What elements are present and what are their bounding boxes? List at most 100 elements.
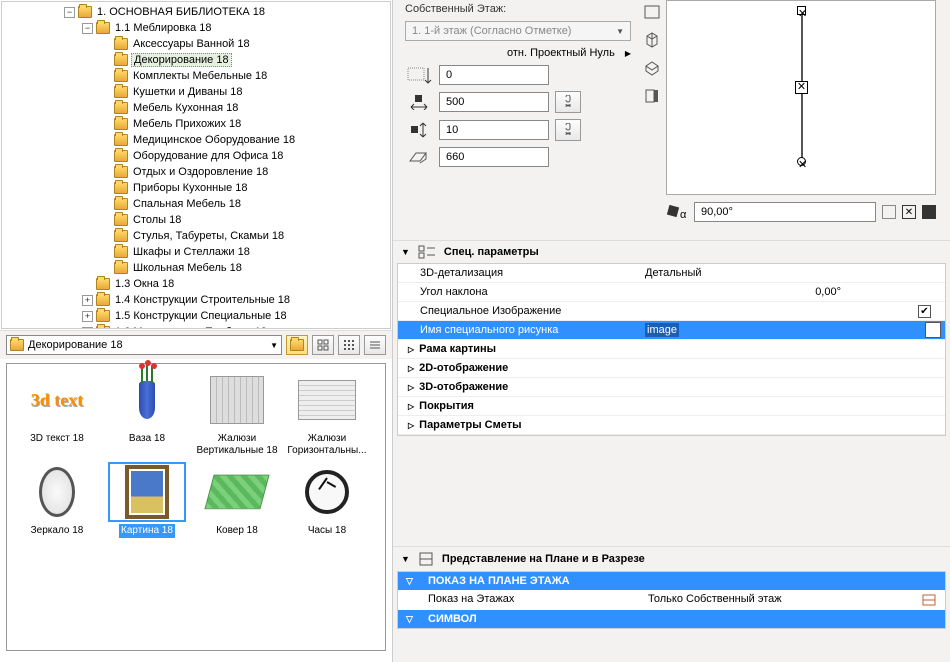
library-thumb[interactable]: Картина 18 — [103, 462, 191, 538]
collapse-arrow-icon[interactable]: ▼ — [401, 554, 410, 564]
tree-item[interactable]: Школьная Мебель 18 — [4, 260, 390, 276]
collapse-icon[interactable]: − — [82, 23, 93, 34]
view-3d-icon[interactable] — [641, 30, 663, 50]
svg-text:α: α — [680, 209, 687, 221]
thumb-label: Жалюзи Вертикальные 18 — [193, 432, 281, 458]
tree-item[interactable]: Аксессуары Ванной 18 — [4, 36, 390, 52]
collapse-arrow-icon[interactable]: ▼ — [401, 247, 410, 257]
tree-item[interactable]: +1.6 Механизмы и Приборы 18 — [4, 324, 390, 329]
spec-row[interactable]: Угол наклона0,00° — [398, 283, 945, 302]
own-story-label: Собственный Этаж: — [405, 3, 506, 15]
browse-button[interactable]: ▶ — [925, 322, 941, 338]
up-folder-button[interactable] — [286, 335, 308, 355]
library-thumb[interactable]: Зеркало 18 — [13, 462, 101, 538]
spec-row[interactable]: 3D-детализацияДетальный — [398, 264, 945, 283]
thumb-preview — [198, 462, 276, 522]
folder-icon — [114, 38, 128, 50]
preview-object: ✕ ✕ ✕ — [801, 11, 803, 161]
folder-combo[interactable]: Декорирование 18 ▼ — [6, 335, 282, 355]
tree-item[interactable]: Кушетки и Диваны 18 — [4, 84, 390, 100]
view-list-button[interactable] — [364, 335, 386, 355]
angle-input[interactable]: 90,00° — [694, 202, 876, 222]
thumb-label: Жалюзи Горизонтальны... — [283, 432, 371, 458]
collapse-icon[interactable]: ▽ — [406, 576, 413, 587]
tree-item[interactable]: Медицинское Оборудование 18 — [4, 132, 390, 148]
expand-icon[interactable]: ▷ — [408, 421, 414, 430]
spec-row[interactable]: Специальное Изображение✔ — [398, 302, 945, 321]
object-preview[interactable]: ✕ ✕ ✕ — [666, 0, 936, 195]
expand-icon[interactable]: + — [82, 311, 93, 322]
library-thumb[interactable]: Часы 18 — [283, 462, 371, 538]
floorplan-group-header[interactable]: ▽ПОКАЗ НА ПЛАНЕ ЭТАЖА — [398, 572, 945, 590]
tree-root[interactable]: −1. ОСНОВНАЯ БИБЛИОТЕКА 18 — [4, 4, 390, 20]
mirror-z-button[interactable] — [922, 205, 936, 219]
mirror-y-button[interactable]: ✕ — [902, 205, 916, 219]
floorplan-section-title: Представление на Плане и в Разрезе — [442, 553, 645, 565]
tree-item[interactable]: Стулья, Табуреты, Скамьи 18 — [4, 228, 390, 244]
folder-combo-label: Декорирование 18 — [28, 339, 123, 351]
expand-icon[interactable]: ▷ — [408, 402, 414, 411]
elevation-input[interactable]: 0 — [439, 65, 549, 85]
view-iso-icon[interactable] — [641, 58, 663, 78]
dim-a-input[interactable]: 500 — [439, 92, 549, 112]
browser-toolbar: Декорирование 18 ▼ — [0, 330, 392, 359]
spec-row-selected[interactable]: Имя специального рисункаimage▶ — [398, 321, 945, 340]
library-navigator: −1. ОСНОВНАЯ БИБЛИОТЕКА 18 −1.1 Меблиров… — [0, 0, 393, 662]
expand-icon[interactable]: + — [82, 327, 93, 330]
library-thumb[interactable]: Ваза 18 — [103, 370, 191, 458]
library-thumb[interactable]: 3d text3D текст 18 — [13, 370, 101, 458]
tree-item[interactable]: +1.4 Конструкции Строительные 18 — [4, 292, 390, 308]
floorplan-section-header[interactable]: ▼ Представление на Плане и в Разрезе — [393, 546, 950, 571]
tree-item[interactable]: Столы 18 — [4, 212, 390, 228]
spec-group[interactable]: ▷2D-отображение — [398, 359, 945, 378]
tree-item[interactable]: Оборудование для Офиса 18 — [4, 148, 390, 164]
story-icon[interactable] — [921, 593, 937, 607]
play-icon[interactable]: ▶ — [625, 49, 631, 58]
spec-group[interactable]: ▷Покрытия — [398, 397, 945, 416]
tree-sub[interactable]: −1.1 Меблировка 18 — [4, 20, 390, 36]
expand-icon[interactable]: ▷ — [408, 345, 414, 354]
collapse-icon[interactable]: − — [64, 7, 75, 18]
spec-group[interactable]: ▷Рама картины — [398, 340, 945, 359]
thumb-preview — [18, 462, 96, 522]
tree-item[interactable]: Отдых и Оздоровление 18 — [4, 164, 390, 180]
spec-params-table: 3D-детализацияДетальный Угол наклона0,00… — [397, 263, 946, 436]
tree-item[interactable]: Мебель Кухонная 18 — [4, 100, 390, 116]
tree-item[interactable]: Комплекты Мебельные 18 — [4, 68, 390, 84]
spec-group[interactable]: ▷Параметры Сметы — [398, 416, 945, 435]
view-small-button[interactable] — [338, 335, 360, 355]
floorplan-group-header[interactable]: ▽СИМВОЛ — [398, 610, 945, 628]
folder-icon — [114, 166, 128, 178]
expand-icon[interactable]: + — [82, 295, 93, 306]
folder-icon — [114, 150, 128, 162]
collapse-icon[interactable]: ▽ — [406, 614, 413, 625]
spec-group[interactable]: ▷3D-отображение — [398, 378, 945, 397]
floorplan-icon — [418, 551, 434, 567]
library-tree[interactable]: −1. ОСНОВНАЯ БИБЛИОТЕКА 18 −1.1 Меблиров… — [1, 1, 391, 329]
tree-item[interactable]: 1.3 Окна 18 — [4, 276, 390, 292]
mirror-x-button[interactable] — [882, 205, 896, 219]
tree-item-selected[interactable]: Декорирование 18 — [4, 52, 390, 68]
checkbox[interactable]: ✔ — [918, 305, 931, 318]
library-thumb[interactable]: Жалюзи Горизонтальны... — [283, 370, 371, 458]
view-plan-icon[interactable] — [641, 2, 663, 22]
spec-section-header[interactable]: ▼ Спец. параметры — [393, 240, 950, 263]
dim-c-input[interactable]: 660 — [439, 147, 549, 167]
tree-item[interactable]: +1.5 Конструкции Специальные 18 — [4, 308, 390, 324]
library-thumb[interactable]: Ковер 18 — [193, 462, 281, 538]
expand-icon[interactable]: ▷ — [408, 383, 414, 392]
folder-icon — [96, 294, 110, 306]
story-dropdown[interactable]: 1. 1-й этаж (Согласно Отметке)▼ — [405, 21, 631, 41]
tree-item[interactable]: Мебель Прихожих 18 — [4, 116, 390, 132]
floorplan-row[interactable]: Показ на ЭтажахТолько Собственный этаж — [398, 590, 945, 610]
chain-button[interactable] — [555, 91, 581, 113]
expand-icon[interactable]: ▷ — [408, 364, 414, 373]
dim-b-input[interactable]: 10 — [439, 120, 549, 140]
view-large-button[interactable] — [312, 335, 334, 355]
chain-button[interactable] — [555, 119, 581, 141]
view-section-icon[interactable] — [641, 86, 663, 106]
library-thumb[interactable]: Жалюзи Вертикальные 18 — [193, 370, 281, 458]
tree-item[interactable]: Приборы Кухонные 18 — [4, 180, 390, 196]
tree-item[interactable]: Шкафы и Стеллажи 18 — [4, 244, 390, 260]
tree-item[interactable]: Спальная Мебель 18 — [4, 196, 390, 212]
